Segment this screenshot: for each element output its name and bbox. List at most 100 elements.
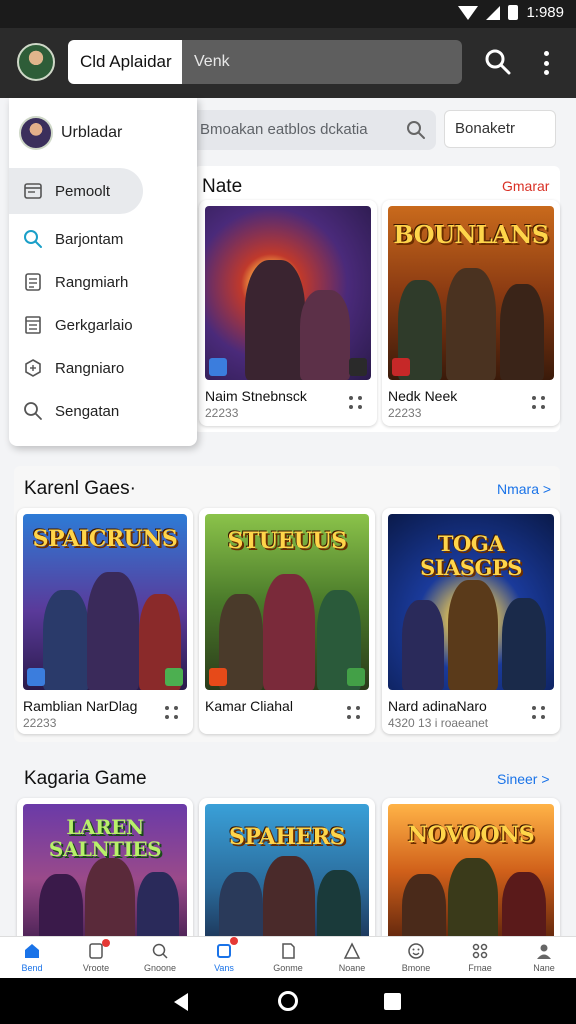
nav-label: Frnae bbox=[468, 963, 492, 973]
drawer-avatar[interactable] bbox=[19, 116, 53, 150]
smile-icon bbox=[408, 943, 424, 959]
drawer-item-label: Gerkgarlaio bbox=[55, 316, 133, 334]
rating-badge-icon bbox=[165, 668, 183, 686]
game-cover-title: TOGA SIASGPS bbox=[420, 531, 522, 580]
search-icon bbox=[152, 943, 168, 959]
nav-item-nane[interactable]: Nane bbox=[512, 937, 576, 978]
platform-badge-icon bbox=[392, 358, 410, 376]
drawer-item-label: Sengatan bbox=[55, 402, 120, 420]
drawer-item-rangniaro[interactable]: Rangniaro bbox=[9, 345, 143, 391]
back-icon[interactable] bbox=[174, 993, 188, 1011]
hexagon-icon bbox=[25, 359, 41, 377]
section-link[interactable]: Gmarar bbox=[502, 178, 549, 194]
game-card[interactable]: Naim Stnebnsck 22233 bbox=[199, 200, 377, 426]
game-cover-image: BOUNLANS bbox=[388, 206, 554, 380]
drawer-item-barjontam[interactable]: Barjontam bbox=[9, 216, 143, 262]
nav-label: Nane bbox=[533, 963, 555, 973]
section-link[interactable]: Sineer > bbox=[497, 771, 550, 787]
nav-item-gnoone[interactable]: Gnoone bbox=[128, 937, 192, 978]
navigation-drawer: Urbladar Pemoolt Barjontam Rangmiarh Ger… bbox=[9, 98, 197, 446]
status-icons: 1:989 bbox=[458, 4, 564, 21]
wifi-icon bbox=[458, 5, 479, 20]
section-title: Kagaria Game bbox=[24, 768, 147, 789]
game-cover-image: STUEUUS bbox=[205, 514, 369, 690]
game-cover-title: NOVOONS bbox=[407, 822, 535, 848]
platform-badge-icon bbox=[209, 668, 227, 686]
nav-item-home[interactable]: Bend bbox=[0, 937, 64, 978]
recent-apps-icon[interactable] bbox=[384, 993, 401, 1010]
nav-item-noane[interactable]: Noane bbox=[320, 937, 384, 978]
game-meta: 4320 13 i roaeanet bbox=[388, 716, 489, 730]
section-link[interactable]: Nmara > bbox=[497, 481, 551, 497]
triangle-icon bbox=[343, 942, 361, 959]
game-cover-image: SPAHERS bbox=[205, 804, 369, 948]
game-card[interactable]: STUEUUS Kamar Cliahal bbox=[199, 508, 375, 734]
nav-label: Vroote bbox=[82, 963, 110, 973]
nav-label: Vans bbox=[214, 963, 234, 973]
avatar[interactable] bbox=[17, 43, 55, 81]
card-menu-icon[interactable] bbox=[532, 706, 546, 720]
card-menu-icon[interactable] bbox=[165, 706, 179, 720]
status-bar: 1:989 bbox=[0, 0, 576, 28]
notification-dot bbox=[102, 939, 110, 947]
notification-dot bbox=[230, 937, 238, 945]
search-icon[interactable] bbox=[484, 48, 512, 76]
drawer-item-label: Rangmiarh bbox=[55, 273, 129, 291]
game-title: Kamar Cliahal bbox=[205, 698, 293, 714]
rating-badge-icon bbox=[349, 358, 367, 376]
game-card[interactable]: SPAHERS bbox=[199, 798, 375, 948]
game-title: Naim Stnebnsck bbox=[205, 388, 307, 404]
nav-item-gonme[interactable]: Gonme bbox=[256, 937, 320, 978]
document-icon bbox=[282, 943, 295, 959]
nav-item-frnae[interactable]: Frnae bbox=[448, 937, 512, 978]
card-menu-icon[interactable] bbox=[532, 396, 546, 410]
rating-badge-icon bbox=[347, 668, 365, 686]
drawer-item-pemoolt[interactable]: Pemoolt bbox=[9, 168, 143, 214]
nav-label: Noane bbox=[338, 963, 366, 973]
search-icon bbox=[407, 121, 425, 139]
nav-item-vans[interactable]: Vans bbox=[192, 937, 256, 978]
filter-search-input[interactable]: Bmoakan eatblos dckatia bbox=[186, 110, 436, 150]
game-cover-image bbox=[205, 206, 371, 380]
list-icon bbox=[25, 273, 41, 291]
connect-icon bbox=[472, 943, 488, 959]
game-cover-title: SPAICRUNS bbox=[32, 526, 178, 552]
battery-icon bbox=[508, 5, 519, 20]
game-cover-title: LAREN SALNTIES bbox=[48, 815, 162, 861]
game-cover-title: BOUNLANS bbox=[393, 220, 549, 249]
drawer-item-label: Rangniaro bbox=[55, 359, 125, 377]
card-menu-icon[interactable] bbox=[349, 396, 363, 410]
platform-badge-icon bbox=[209, 358, 227, 376]
search-icon bbox=[24, 230, 42, 248]
game-title: Ramblian NarDlag bbox=[23, 698, 138, 714]
nav-item-bmone[interactable]: Bmone bbox=[384, 937, 448, 978]
game-card[interactable]: NOVOONS bbox=[382, 798, 560, 948]
drawer-item-label: Pemoolt bbox=[55, 182, 111, 200]
drawer-item-sengatan[interactable]: Sengatan bbox=[9, 388, 143, 434]
drawer-item-gerkgarlaio[interactable]: Gerkgarlaio bbox=[9, 302, 143, 348]
game-cover-image: NOVOONS bbox=[388, 804, 554, 948]
home-button-icon[interactable] bbox=[278, 991, 298, 1011]
section-title: Karenl Gaes· bbox=[24, 478, 136, 499]
search-input[interactable] bbox=[182, 40, 462, 84]
game-card[interactable]: BOUNLANS Nedk Neek 22233 bbox=[382, 200, 560, 426]
card-menu-icon[interactable] bbox=[347, 706, 361, 720]
game-meta: 22233 bbox=[23, 716, 57, 730]
home-icon bbox=[25, 944, 39, 958]
game-card[interactable]: SPAICRUNS Ramblian NarDlag 22233 bbox=[17, 508, 193, 734]
signal-icon bbox=[486, 5, 501, 20]
more-options-icon[interactable] bbox=[536, 48, 556, 78]
game-cover-title: SPAHERS bbox=[228, 824, 346, 850]
browser-icon bbox=[24, 183, 42, 199]
system-navigation-bar bbox=[0, 978, 576, 1024]
nav-label: Bmone bbox=[401, 963, 431, 973]
sort-dropdown[interactable]: Bonaketr bbox=[444, 110, 556, 148]
nav-item-vroote[interactable]: Vroote bbox=[64, 937, 128, 978]
game-card[interactable]: TOGA SIASGPS Nard adinaNaro 4320 13 i ro… bbox=[382, 508, 560, 734]
game-card[interactable]: LAREN SALNTIES bbox=[17, 798, 193, 948]
nav-label: Bend bbox=[21, 963, 43, 973]
app-title[interactable]: Cld Aplaidar bbox=[68, 40, 182, 84]
drawer-item-rangmiarh[interactable]: Rangmiarh bbox=[9, 259, 143, 305]
game-meta: 22233 bbox=[205, 406, 239, 420]
drawer-user-name: Urbladar bbox=[61, 124, 123, 141]
